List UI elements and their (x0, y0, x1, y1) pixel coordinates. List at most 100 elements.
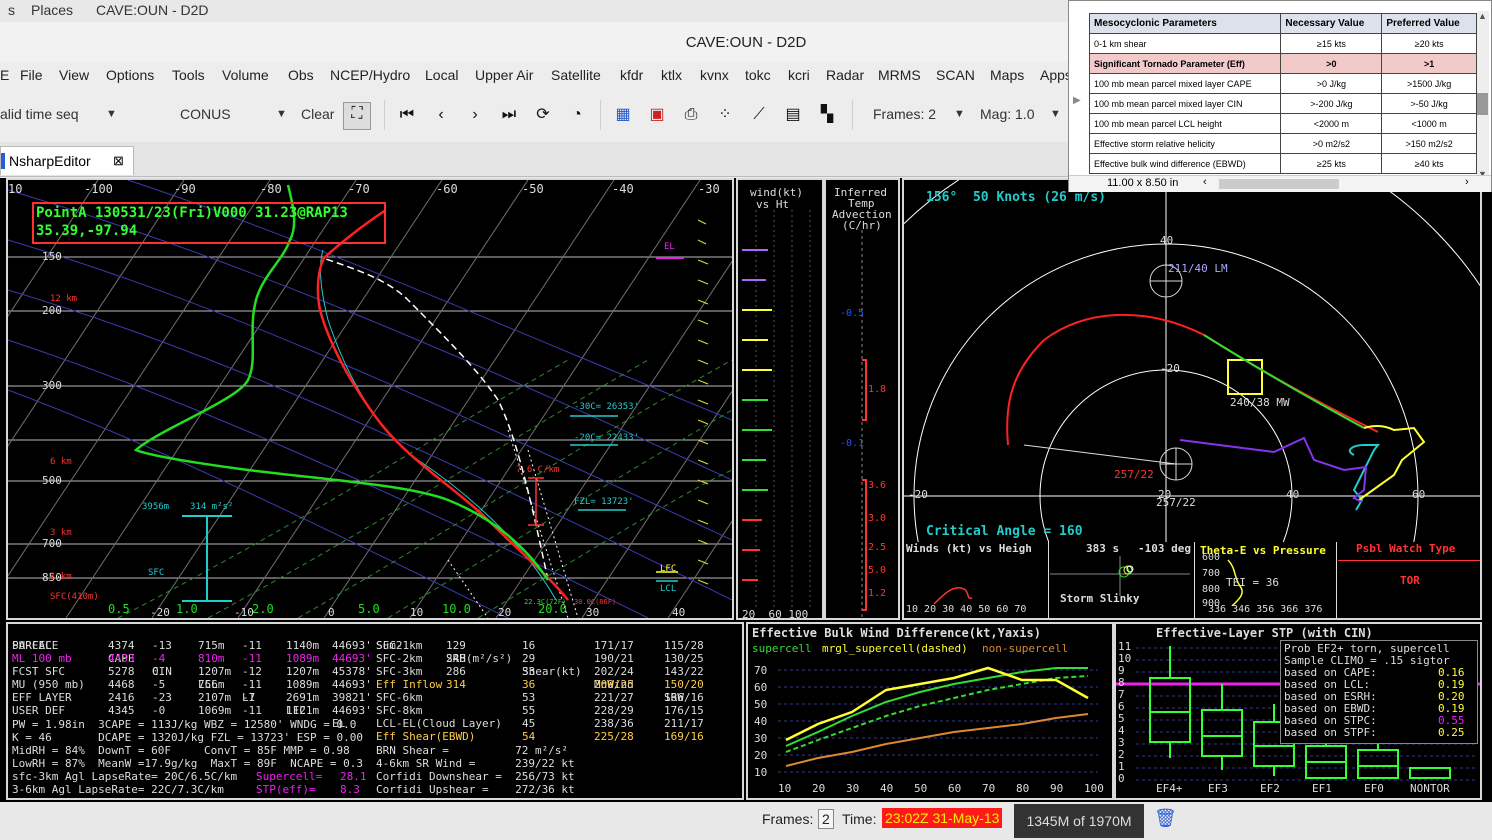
parameter-row[interactable]: 100 mb mean parcel LCL height <2000 m <100… (1088, 113, 1477, 134)
parameter-row[interactable]: 0-1 km shear ≥15 kts ≥20 kts (1088, 33, 1477, 54)
menu-ncep-hydro[interactable]: NCEP/Hydro (330, 67, 410, 83)
theta-axis: 336 346 356 366 376 (1208, 604, 1323, 615)
points-icon[interactable]: ⁘ (714, 104, 736, 126)
menu-scan[interactable]: SCAN (936, 67, 975, 83)
frames-status-value[interactable]: 2 (818, 809, 834, 829)
watch-type-title: Psbl Watch Type (1356, 542, 1456, 555)
scroll-left-icon[interactable]: ‹ (1203, 176, 1207, 188)
shear-cell: 286 (446, 665, 466, 678)
single-panel-icon[interactable]: ▤ (782, 104, 804, 126)
parameter-row[interactable]: Effective storm relative helicity >0 m2/s… (1088, 133, 1477, 154)
parameter-name: Effective bulk wind difference (EBWD) (1088, 153, 1282, 174)
pressure-label: 150 (42, 250, 62, 263)
previous-frame-icon[interactable]: ‹ (430, 104, 452, 126)
parameter-row[interactable]: 100 mb mean parcel mixed layer CIN >-200 … (1088, 93, 1477, 114)
temp-label-top: 10 (8, 182, 23, 196)
parcel-cell: -4 (152, 652, 166, 665)
parcel-misc-line: LowRH = 87% MeanW =17.9g/kg MaxT = 89F N… (12, 757, 363, 770)
fzl-label: FZL= 13723' (574, 497, 634, 507)
menu-view[interactable]: View (59, 67, 89, 83)
sample-icon[interactable]: ▣ (646, 104, 668, 126)
menu-upper-air[interactable]: Upper Air (475, 67, 533, 83)
sounding-title: PointA 130531/23(Fri)V000 31.23@RAP13 (36, 205, 348, 221)
parcel-cell: 1207m (198, 665, 232, 678)
hodograph-panel[interactable]: 156° 50 Knots (26 m/s) 40 -20 -20 20 40 … (902, 178, 1482, 544)
close-icon[interactable]: ⊠ (113, 153, 124, 169)
zoom-extent-icon[interactable]: ⛶ (343, 102, 371, 130)
scroll-right-icon[interactable]: › (1465, 176, 1469, 188)
menu-maps[interactable]: Maps (990, 67, 1024, 83)
image-properties-icon[interactable]: ▦ (612, 104, 634, 126)
frames-dropdown[interactable]: Frames: 2 (873, 106, 936, 122)
chevron-down-icon[interactable]: ▼ (1050, 108, 1061, 120)
menu-options[interactable]: Options (106, 67, 154, 83)
chevron-down-icon[interactable]: ▼ (954, 108, 965, 120)
loop-icon[interactable]: ⟳ (532, 104, 554, 126)
applications-menu[interactable]: s (8, 2, 15, 18)
menu-kcri[interactable]: kcri (788, 67, 810, 83)
parameter-value: >0 (1280, 53, 1383, 74)
menu-ktlx[interactable]: ktlx (661, 67, 682, 83)
vertical-scrollbar[interactable]: ▲ ▼ (1477, 11, 1489, 179)
trash-icon[interactable]: 🗑 (1154, 808, 1177, 829)
col-header-necessary: Necessary Value (1280, 13, 1383, 34)
menu-kvnx[interactable]: kvnx (700, 67, 729, 83)
scroll-left-arrow[interactable]: ▶ (1073, 95, 1081, 106)
parcel-table[interactable]: PARCEL CAPE CIN LCL LI LFC EL SURFACE 437… (6, 622, 374, 800)
time-seq-dropdown[interactable]: alid time seq (0, 106, 79, 122)
wind-height-panel[interactable]: wind(kt) vs Ht 20 60 100 (736, 178, 824, 620)
temp-label-bottom: 10 (410, 606, 424, 619)
parameter-value: <1000 m (1381, 113, 1477, 134)
stp-prob-label: based on STPF: (1284, 726, 1377, 739)
next-frame-icon[interactable]: › (464, 104, 486, 126)
menu-satellite[interactable]: Satellite (551, 67, 601, 83)
menu-volume[interactable]: Volume (222, 67, 269, 83)
tab-nsharp-editor[interactable]: NsharpEditor ⊠ (0, 146, 134, 175)
scale-dropdown[interactable]: CONUS (180, 106, 231, 122)
loop-properties-icon[interactable]: ◔ (566, 104, 588, 126)
parcel-cell: 4374 (108, 639, 135, 652)
stp-category: EF3 (1208, 782, 1228, 795)
menu-tokc[interactable]: tokc (745, 67, 771, 83)
window-list-item[interactable]: CAVE:OUN - D2D (96, 2, 209, 18)
parcel-cell: -7 (242, 691, 256, 704)
four-panel-icon[interactable]: ▚ (816, 104, 838, 126)
clear-button[interactable]: Clear (301, 106, 334, 122)
isotherm-line (65, 180, 357, 618)
skewt-panel[interactable]: PointA 130531/23(Fri)V000 31.23@RAP13 35… (6, 178, 734, 620)
print-icon[interactable]: ⎙ (680, 104, 702, 126)
menu-file[interactable]: File (20, 67, 43, 83)
ebwd-chart[interactable]: Effective Bulk Wind Difference(kt,Yaxis)… (746, 622, 1114, 800)
parameter-row[interactable]: 100 mb mean parcel mixed layer CAPE >0 J/… (1088, 73, 1477, 94)
menu-local[interactable]: Local (425, 67, 458, 83)
parameter-value: >1 (1381, 53, 1477, 74)
parcel-cell: ML 100 mb (12, 652, 72, 665)
menu-kfdr[interactable]: kfdr (620, 67, 643, 83)
storm-slinky-inset[interactable]: 383 s -103 deg Storm Slinky (1050, 542, 1195, 618)
places-menu[interactable]: Places (31, 2, 73, 18)
skewt-plot (8, 180, 732, 618)
parcel-cell: 0 (152, 665, 159, 678)
menu-tools[interactable]: Tools (172, 67, 205, 83)
temp-advection-panel[interactable]: Inferred Temp Advection (C/hr) -0.5 1.8 … (824, 178, 900, 620)
theta-e-inset[interactable]: Theta-E vs Pressure 600 700 800 900 TEI … (1196, 542, 1337, 618)
menu-radar[interactable]: Radar (826, 67, 864, 83)
mesocyclonic-parameters-window[interactable]: ▶ ▲ ▼ Mesocyclonic Parameters Necessary … (1068, 0, 1492, 192)
last-frame-icon[interactable]: ⏭ (498, 104, 520, 126)
menu-mrms[interactable]: MRMS (878, 67, 921, 83)
mag-dropdown[interactable]: Mag: 1.0 (980, 106, 1034, 122)
first-frame-icon[interactable]: ⏮ (396, 104, 418, 126)
baselines-icon[interactable]: ⟋ (748, 104, 770, 126)
chevron-down-icon[interactable]: ▼ (276, 108, 287, 120)
stp-chart[interactable]: Effective-Layer STP (with CIN) Prob EF2+… (1114, 622, 1482, 800)
watch-type-inset[interactable]: Psbl Watch Type TOR (1338, 542, 1480, 618)
chevron-down-icon[interactable]: ▼ (106, 108, 117, 120)
parameter-row[interactable]: Effective bulk wind difference (EBWD) ≥25… (1088, 153, 1477, 174)
ring-label: 40 (1160, 234, 1174, 247)
parameter-row[interactable]: Significant Tornado Parameter (Eff) >0 >1 (1088, 53, 1477, 74)
shear-table[interactable]: Sum2 SRH(m²/s²) Shear(kt) MnWind SRW SFC… (372, 622, 744, 800)
memory-indicator[interactable]: 1345M of 1970M (1014, 804, 1144, 838)
winds-height-inset[interactable]: Winds (kt) vs Heigh 10 20 30 40 50 60 70 (904, 542, 1049, 618)
horizontal-scroll-thumb[interactable] (1219, 179, 1339, 189)
menu-obs[interactable]: Obs (288, 67, 314, 83)
